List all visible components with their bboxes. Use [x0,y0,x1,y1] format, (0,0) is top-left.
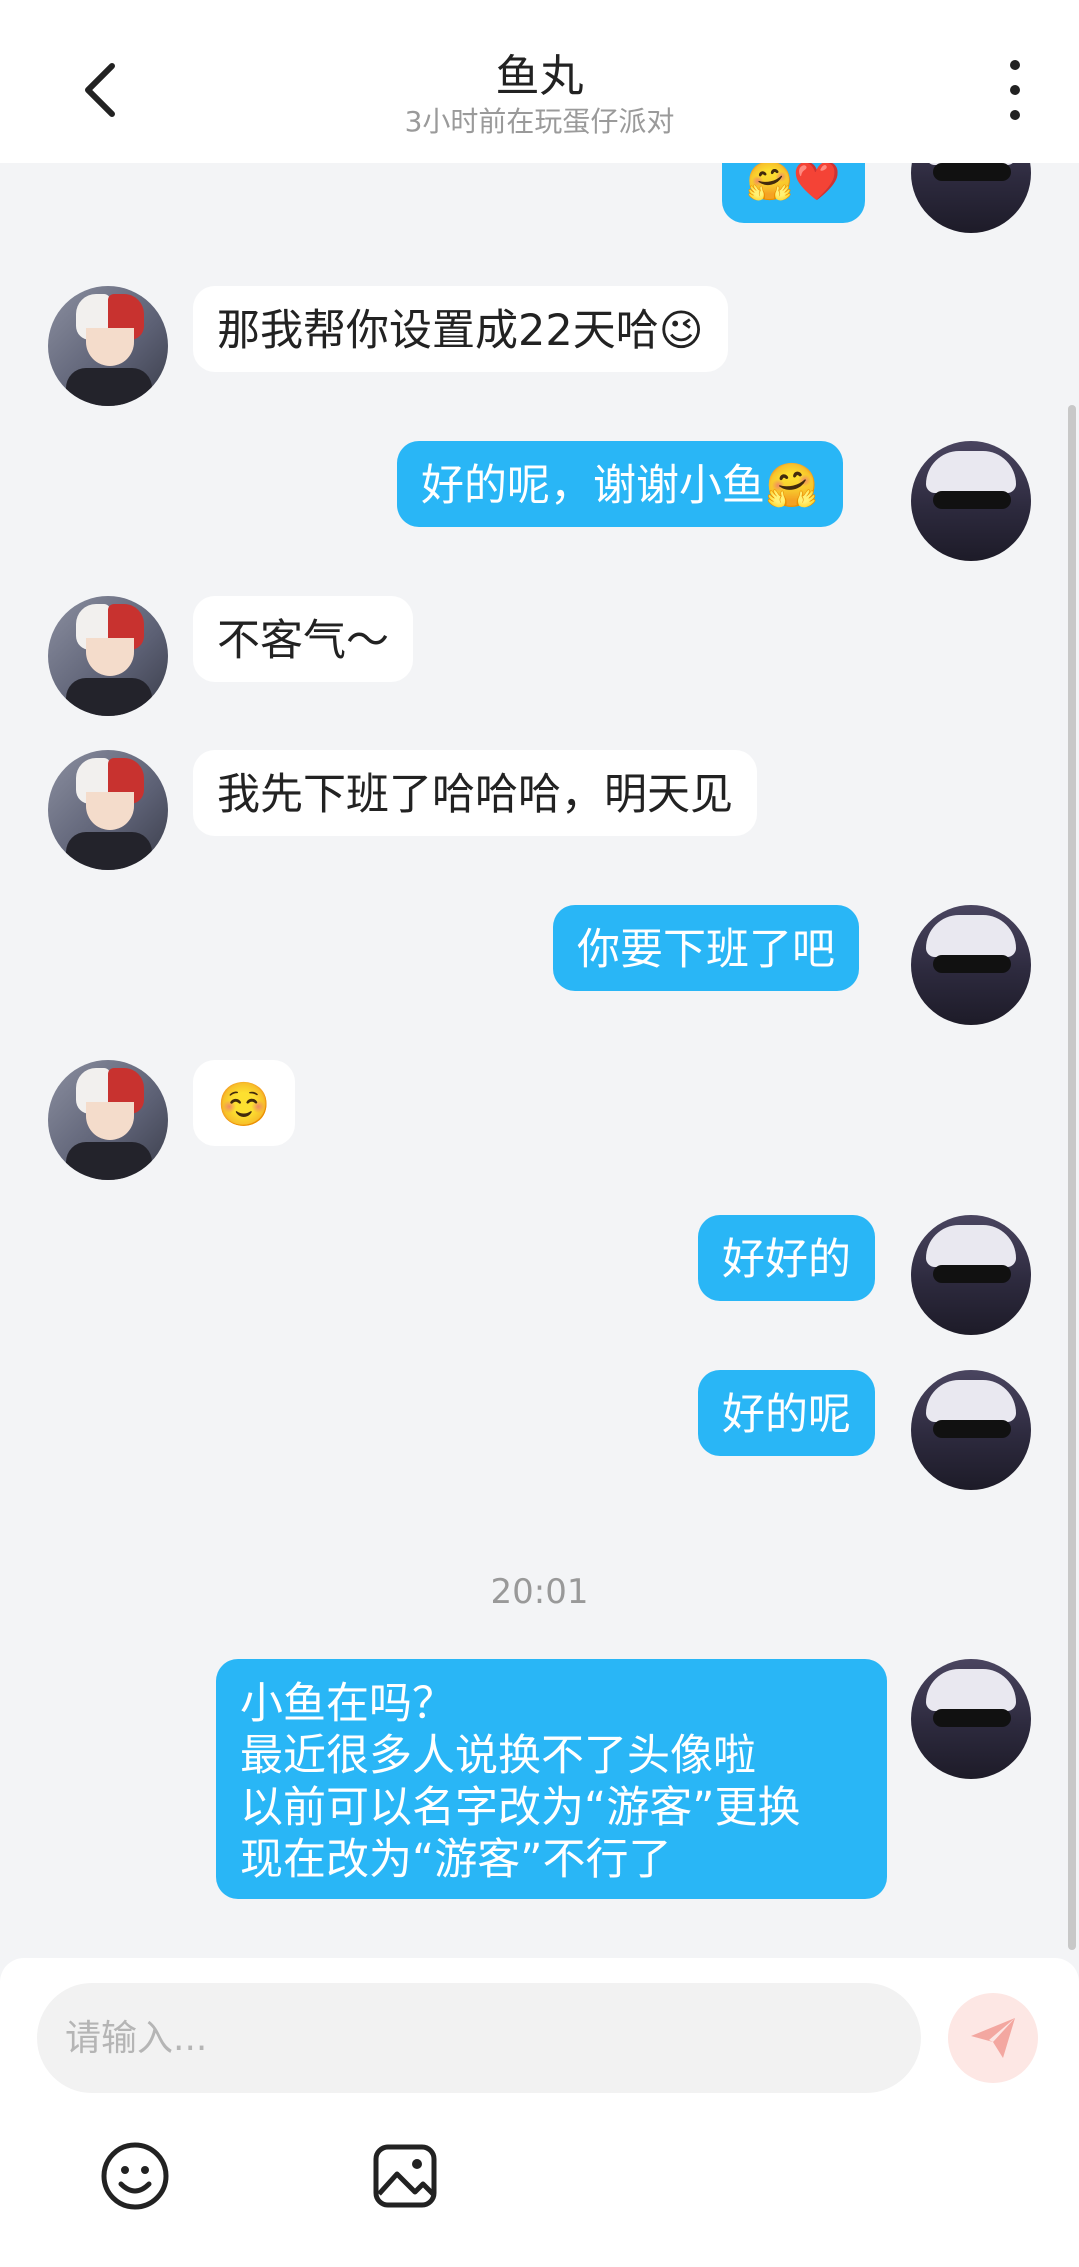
emoji-button[interactable] [95,2136,175,2216]
message-list[interactable]: 🤗❤️ 那我帮你设置成22天哈😉 好的呢，谢谢小鱼🤗 不客气～ 我先下班了哈哈哈… [0,163,1079,1958]
chat-title: 鱼丸 [495,51,584,102]
message-bubble-outgoing[interactable]: 你要下班了吧 [553,905,859,991]
my-avatar[interactable] [911,441,1031,561]
message-input[interactable] [37,1983,921,2093]
contact-avatar[interactable] [48,286,168,406]
message-bubble-outgoing[interactable]: 好的呢 [698,1370,875,1456]
message-timestamp: 20:01 [490,1572,589,1612]
my-avatar[interactable] [911,1370,1031,1490]
message-bubble-outgoing[interactable]: 小鱼在吗？ 最近很多人说换不了头像啦 以前可以名字改为“游客”更换 现在改为“游… [216,1659,887,1899]
image-button[interactable] [365,2136,445,2216]
chat-header: 鱼丸 3小时前在玩蛋仔派对 [0,0,1079,163]
my-avatar[interactable] [911,163,1031,233]
message-bubble-incoming[interactable]: ☺️ [193,1060,295,1146]
my-avatar[interactable] [911,1215,1031,1335]
message-bubble-outgoing[interactable]: 好好的 [698,1215,875,1301]
message-bubble-incoming[interactable]: 不客气～ [193,596,413,682]
message-bubble-outgoing[interactable]: 🤗❤️ [722,163,865,223]
chat-status: 3小时前在玩蛋仔派对 [404,105,675,138]
paper-plane-icon [971,2018,1015,2058]
more-button[interactable] [990,60,1040,120]
my-avatar[interactable] [911,1659,1031,1779]
smiley-icon [101,2142,169,2210]
my-avatar[interactable] [911,905,1031,1025]
more-vertical-icon [1010,60,1020,70]
message-bubble-incoming[interactable]: 那我帮你设置成22天哈😉 [193,286,728,372]
image-icon [373,2144,437,2208]
contact-avatar[interactable] [48,1060,168,1180]
scrollbar[interactable] [1068,405,1076,1950]
message-bubble-incoming[interactable]: 我先下班了哈哈哈，明天见 [193,750,757,836]
contact-avatar[interactable] [48,750,168,870]
message-composer [0,1958,1079,2267]
send-button[interactable] [948,1993,1038,2083]
contact-avatar[interactable] [48,596,168,716]
message-bubble-outgoing[interactable]: 好的呢，谢谢小鱼🤗 [397,441,843,527]
